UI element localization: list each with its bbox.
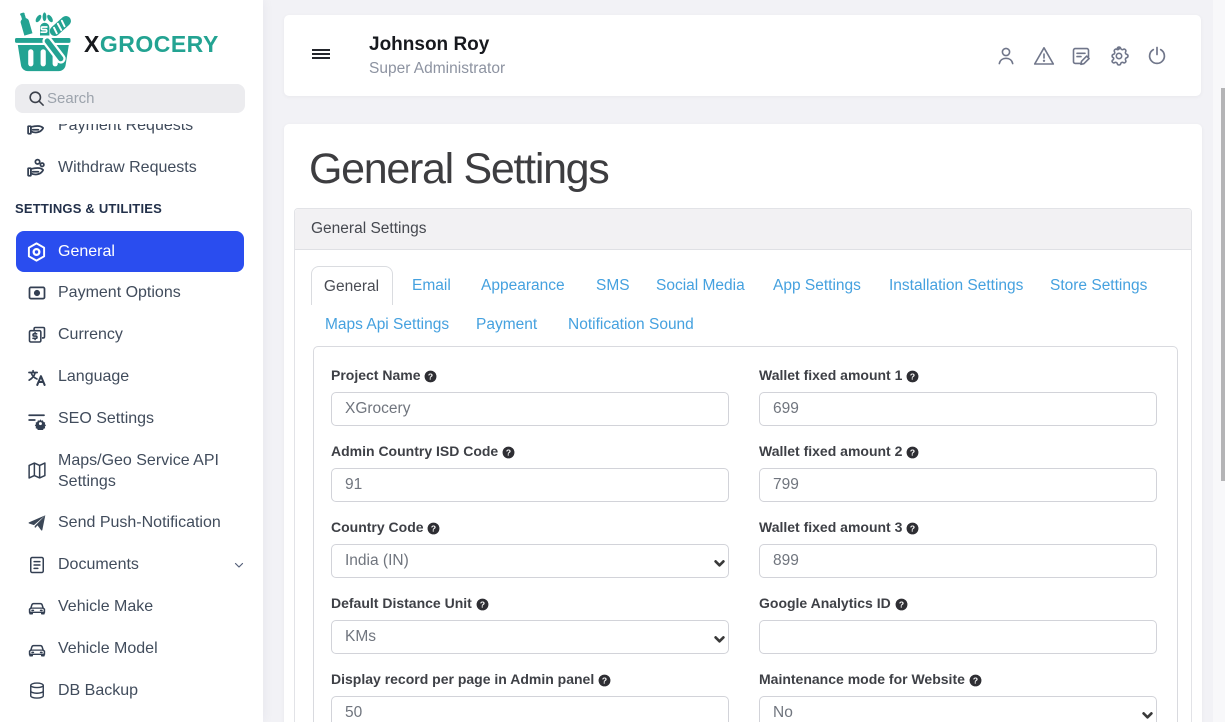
svg-text:?: ? [506,447,511,457]
svg-text:?: ? [910,447,915,457]
svg-text:?: ? [910,523,915,533]
svg-text:?: ? [973,675,978,685]
svg-text:?: ? [480,599,485,609]
svg-text:?: ? [428,371,433,381]
svg-text:?: ? [431,523,436,533]
svg-text:?: ? [910,371,915,381]
svg-text:?: ? [899,599,904,609]
svg-text:?: ? [602,675,607,685]
